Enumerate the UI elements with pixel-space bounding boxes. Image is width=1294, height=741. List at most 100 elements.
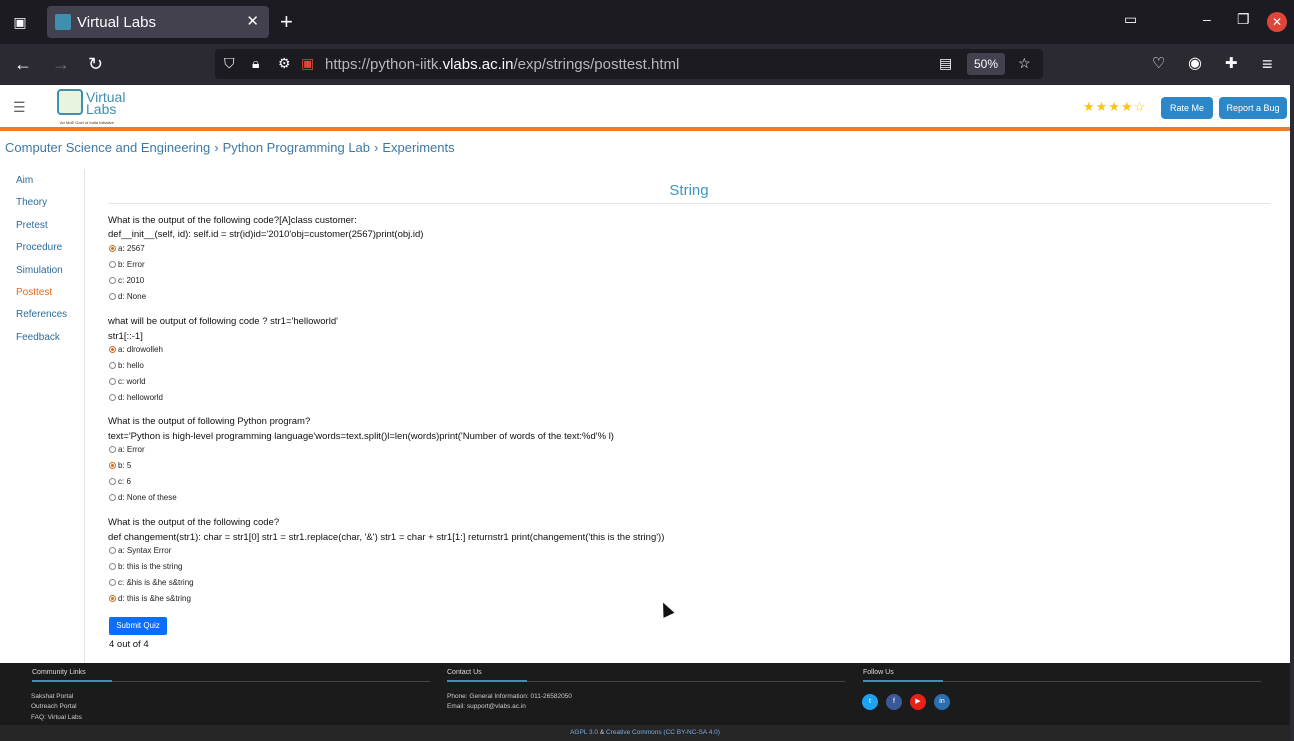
footer-email[interactable]: Email: support@vlabs.ac.in bbox=[447, 703, 526, 710]
answer-option[interactable]: c: 2010 bbox=[109, 276, 144, 285]
footer-link[interactable]: FAQ: Virtual Labs bbox=[31, 714, 82, 721]
url-bar[interactable]: ⛉ 🔒︎ ⚙ ▣ https://python-iitk.vlabs.ac.in… bbox=[215, 49, 1043, 79]
radio-button[interactable] bbox=[109, 595, 116, 602]
option-label: a: 2567 bbox=[118, 244, 145, 253]
reload-icon[interactable]: ↻ bbox=[88, 53, 103, 75]
option-label: d: helloworld bbox=[118, 393, 163, 402]
radio-button[interactable] bbox=[109, 277, 116, 284]
answer-option[interactable]: b: 5 bbox=[109, 461, 131, 470]
sidebar-item-simulation[interactable]: Simulation bbox=[16, 265, 63, 276]
answer-option[interactable]: d: helloworld bbox=[109, 393, 163, 402]
zoom-level[interactable]: 50% bbox=[967, 53, 1005, 75]
youtube-icon[interactable]: ▶ bbox=[910, 694, 926, 710]
footer-accent bbox=[447, 680, 527, 682]
sidebar-item-posttest[interactable]: Posttest bbox=[16, 287, 52, 298]
menu-icon[interactable]: ≡ bbox=[1262, 53, 1273, 75]
lock-icon[interactable]: 🔒︎ bbox=[252, 55, 259, 72]
tab-favicon-icon bbox=[55, 14, 71, 30]
question-code: def changement(str1): char = str1[0] str… bbox=[108, 532, 665, 543]
sidebar-item-feedback[interactable]: Feedback bbox=[16, 332, 60, 343]
answer-option[interactable]: a: Error bbox=[109, 445, 145, 454]
answer-option[interactable]: d: None bbox=[109, 292, 146, 301]
forward-icon[interactable]: → bbox=[52, 53, 70, 75]
bookmark-star-icon[interactable]: ☆ bbox=[1018, 55, 1031, 72]
footer-accent bbox=[863, 680, 943, 682]
option-label: a: Syntax Error bbox=[118, 546, 172, 555]
radio-button[interactable] bbox=[109, 362, 116, 369]
answer-option[interactable]: c: world bbox=[109, 377, 146, 386]
sidebar-item-references[interactable]: References bbox=[16, 309, 67, 320]
permissions-icon[interactable]: ⚙ bbox=[278, 55, 291, 72]
twitter-icon[interactable]: t bbox=[862, 694, 878, 710]
breadcrumb-item[interactable]: Python Programming Lab bbox=[223, 140, 370, 155]
virtual-labs-logo[interactable]: Virtual Labs An MoE Govt of India Initiat… bbox=[57, 89, 127, 127]
restore-icon[interactable]: ❐ bbox=[1237, 11, 1250, 28]
option-label: d: this is &he s&tring bbox=[118, 594, 191, 603]
sidebar-item-procedure[interactable]: Procedure bbox=[16, 242, 62, 253]
tab-close-icon[interactable]: ✕ bbox=[246, 12, 259, 30]
shield-icon[interactable]: ⛉ bbox=[224, 55, 235, 72]
radio-button[interactable] bbox=[109, 378, 116, 385]
answer-option[interactable]: d: this is &he s&tring bbox=[109, 594, 191, 603]
browser-tab[interactable]: Virtual Labs ✕ bbox=[47, 6, 269, 38]
rating-stars[interactable]: ★★★★☆ bbox=[1083, 99, 1146, 115]
account-icon[interactable]: ◉ bbox=[1188, 53, 1202, 75]
answer-option[interactable]: c: 6 bbox=[109, 477, 131, 486]
minimize-icon[interactable]: – bbox=[1203, 11, 1211, 27]
extensions-icon[interactable]: ✚ bbox=[1225, 53, 1238, 75]
answer-option[interactable]: a: 2567 bbox=[109, 244, 145, 253]
new-tab-icon[interactable]: + bbox=[280, 10, 293, 34]
sidebar-item-aim[interactable]: Aim bbox=[16, 175, 33, 186]
linkedin-icon[interactable]: in bbox=[934, 694, 950, 710]
option-label: c: world bbox=[118, 377, 146, 386]
radio-button[interactable] bbox=[109, 563, 116, 570]
page-scrollbar[interactable] bbox=[1290, 85, 1294, 741]
radio-button[interactable] bbox=[109, 494, 116, 501]
pocket-icon[interactable]: ♡ bbox=[1152, 53, 1165, 75]
facebook-icon[interactable]: f bbox=[886, 694, 902, 710]
radio-button[interactable] bbox=[109, 478, 116, 485]
footer-phone: Phone: General Information: 011-26582050 bbox=[447, 693, 572, 700]
option-label: c: 6 bbox=[118, 477, 131, 486]
option-label: b: this is the string bbox=[118, 562, 183, 571]
option-label: a: dlrowolleh bbox=[118, 345, 163, 354]
close-window-icon[interactable]: ✕ bbox=[1267, 12, 1287, 32]
radio-button[interactable] bbox=[109, 293, 116, 300]
footer-link[interactable]: Sakshat Portal bbox=[31, 693, 73, 700]
radio-button[interactable] bbox=[109, 462, 116, 469]
sidebar-item-pretest[interactable]: Pretest bbox=[16, 220, 48, 231]
answer-option[interactable]: b: hello bbox=[109, 361, 144, 370]
chevron-right-icon: › bbox=[374, 140, 379, 155]
radio-button[interactable] bbox=[109, 245, 116, 252]
answer-option[interactable]: d: None of these bbox=[109, 493, 177, 502]
breadcrumb-item[interactable]: Experiments bbox=[382, 140, 454, 155]
radio-button[interactable] bbox=[109, 547, 116, 554]
license-agpl-link[interactable]: AGPL 3.0 bbox=[570, 729, 598, 736]
answer-option[interactable]: a: Syntax Error bbox=[109, 546, 171, 555]
answer-option[interactable]: c: &his is &he s&tring bbox=[109, 578, 194, 587]
back-icon[interactable]: ← bbox=[14, 53, 32, 75]
license-cc-link[interactable]: Creative Commons (CC BY-NC-SA 4.0) bbox=[606, 729, 720, 736]
option-label: c: &his is &he s&tring bbox=[118, 578, 194, 587]
radio-button[interactable] bbox=[109, 394, 116, 401]
submit-quiz-button[interactable]: Submit Quiz bbox=[109, 617, 167, 635]
hamburger-icon[interactable]: ☰ bbox=[13, 99, 26, 116]
rate-me-button[interactable]: Rate Me bbox=[1161, 97, 1213, 119]
url-text[interactable]: https://python-iitk.vlabs.ac.in/exp/stri… bbox=[325, 56, 679, 73]
answer-option[interactable]: b: this is the string bbox=[109, 562, 182, 571]
answer-option[interactable]: b: Error bbox=[109, 260, 145, 269]
window-list-icon[interactable]: ▭ bbox=[1124, 11, 1137, 28]
breadcrumb-item[interactable]: Computer Science and Engineering bbox=[5, 140, 210, 155]
footer: Community Links Sakshat Portal Outreach … bbox=[0, 663, 1290, 725]
report-bug-button[interactable]: Report a Bug bbox=[1219, 97, 1287, 119]
radio-button[interactable] bbox=[109, 346, 116, 353]
footer-link[interactable]: Outreach Portal bbox=[31, 703, 77, 710]
radio-button[interactable] bbox=[109, 446, 116, 453]
tab-list-icon[interactable]: ▣ bbox=[8, 10, 32, 34]
radio-button[interactable] bbox=[109, 579, 116, 586]
answer-option[interactable]: a: dlrowolleh bbox=[109, 345, 163, 354]
sidebar-item-theory[interactable]: Theory bbox=[16, 197, 47, 208]
radio-button[interactable] bbox=[109, 261, 116, 268]
autoplay-blocked-icon[interactable]: ▣ bbox=[301, 55, 314, 72]
screen-share-icon[interactable]: ▤ bbox=[939, 55, 952, 72]
